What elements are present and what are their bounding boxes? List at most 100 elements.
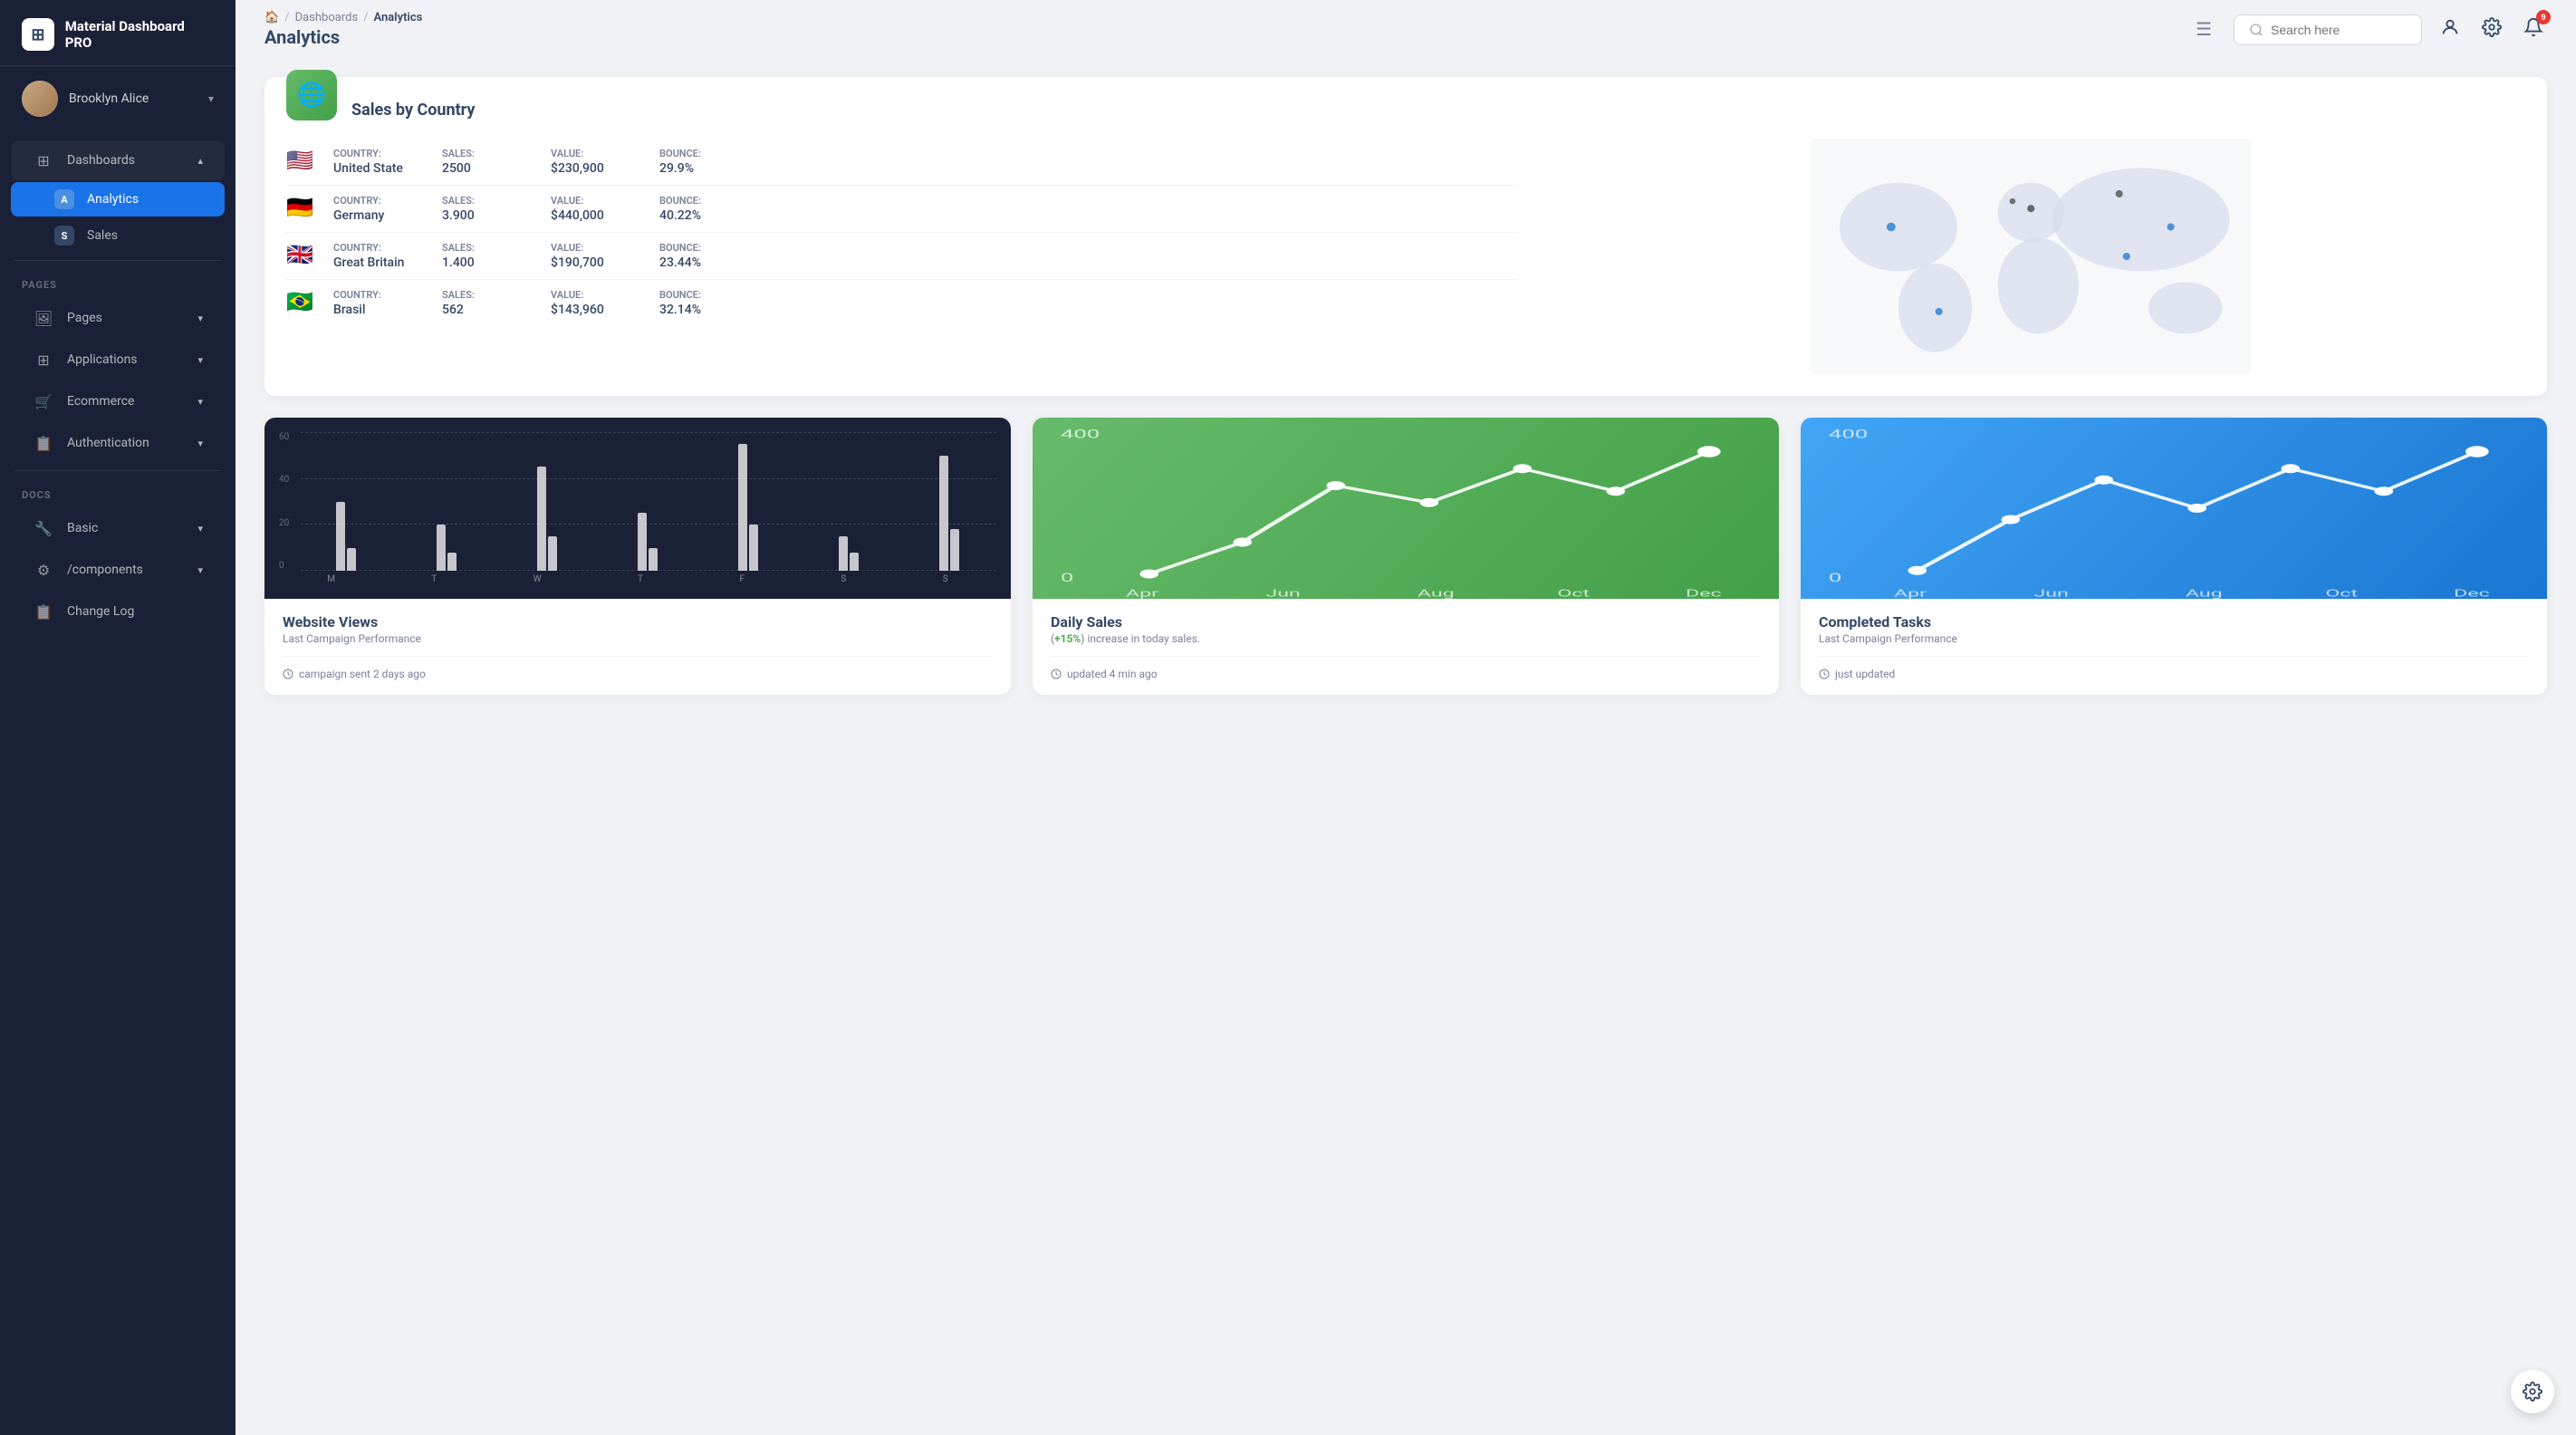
settings-fab-icon	[2523, 1382, 2542, 1401]
card-title: Sales by Country	[351, 101, 476, 120]
sidebar-item-sales[interactable]: S Sales	[11, 218, 225, 253]
svg-text:Dec: Dec	[2454, 588, 2490, 599]
bar	[638, 513, 647, 571]
pages-chevron-icon: ▾	[197, 313, 203, 324]
daily-sales-footer: updated 4 min ago	[1051, 656, 1761, 680]
country-col: Country: Brasil	[333, 289, 424, 317]
sales-row: 🇬🇧 Country: Great Britain Sales: 1.400 V…	[286, 233, 1518, 280]
bar	[950, 529, 959, 571]
x-label: M	[327, 574, 335, 584]
website-views-footer: campaign sent 2 days ago	[283, 656, 993, 680]
daily-sales-title: Daily Sales	[1051, 613, 1761, 631]
website-views-title: Website Views	[283, 613, 993, 631]
completed-tasks-chart: 400 0 Apr Jun	[1801, 418, 2547, 599]
bar	[649, 548, 658, 572]
svg-text:Apr: Apr	[1126, 588, 1158, 599]
value-label: Value:	[551, 289, 641, 301]
settings-icon-button[interactable]	[2478, 14, 2505, 46]
sidebar-nav: ⊞ Dashboards ▴ A Analytics S Sales PAGES…	[0, 131, 235, 1435]
breadcrumb-sep-1: /	[284, 11, 289, 24]
sidebar-item-authentication[interactable]: 📋 Authentication ▾	[11, 423, 225, 463]
completed-tasks-title: Completed Tasks	[1819, 613, 2529, 631]
bounce-col: Bounce: 29.9%	[659, 148, 750, 176]
home-icon: 🏠	[264, 11, 279, 24]
pages-section-label: PAGES	[0, 268, 235, 296]
country-col: Country: Great Britain	[333, 242, 424, 270]
sidebar-item-changelog[interactable]: 📋 Change Log	[11, 592, 225, 631]
country-value: Brasil	[333, 303, 424, 317]
sales-col: Sales: 2500	[442, 148, 533, 176]
sales-value: 1.400	[442, 255, 533, 270]
sidebar-logo[interactable]: ⊞ Material Dashboard PRO	[0, 0, 235, 66]
analytics-dot: A	[54, 189, 74, 209]
user-menu[interactable]: Brooklyn Alice ▾	[0, 66, 235, 131]
sales-label: Sales:	[442, 242, 533, 254]
profile-icon-button[interactable]	[2437, 14, 2464, 46]
breadcrumb-dashboards[interactable]: Dashboards	[295, 11, 359, 24]
dashboards-icon: ⊞	[33, 149, 54, 171]
sidebar-item-ecommerce[interactable]: 🛒 Ecommerce ▾	[11, 381, 225, 421]
x-label: F	[739, 574, 745, 584]
settings-fab-button[interactable]	[2511, 1370, 2554, 1413]
bounce-value: 23.44%	[659, 255, 750, 270]
search-box[interactable]	[2234, 14, 2422, 45]
value-label: Value:	[551, 195, 641, 207]
bar-group	[399, 432, 495, 571]
avatar-image	[22, 81, 58, 117]
daily-sales-card: 400 0 Apr Jun	[1033, 418, 1779, 695]
country-label: Country:	[333, 242, 424, 254]
country-flag: 🇺🇸	[286, 148, 315, 173]
menu-icon-button[interactable]: ☰	[2188, 14, 2219, 44]
sales-value: 3.900	[442, 208, 533, 223]
docs-section-label: DOCS	[0, 478, 235, 506]
bar	[437, 525, 446, 571]
sales-col: Sales: 1.400	[442, 242, 533, 270]
changelog-icon: 📋	[33, 601, 54, 622]
value-value: $143,960	[551, 303, 641, 317]
country-value: United State	[333, 161, 424, 176]
sidebar-item-dashboards[interactable]: ⊞ Dashboards ▴	[11, 140, 225, 180]
daily-sales-info: Daily Sales (+15%) increase in today sal…	[1033, 599, 1779, 695]
bar	[939, 456, 948, 572]
ecommerce-label: Ecommerce	[67, 394, 185, 409]
sidebar-item-pages[interactable]: 🖼 Pages ▾	[11, 298, 225, 338]
country-flag: 🇧🇷	[286, 289, 315, 314]
sales-by-country-card: 🌐 Sales by Country 🇺🇸 Country: United St…	[264, 77, 2547, 396]
y-label: 60	[279, 432, 293, 442]
x-label: S	[943, 574, 948, 584]
value-label: Value:	[551, 148, 641, 159]
logo-icon: ⊞	[22, 18, 54, 51]
daily-sales-chart: 400 0 Apr Jun	[1033, 418, 1779, 599]
y-label: 40	[279, 475, 293, 485]
sidebar-item-components[interactable]: ⚙ /components ▾	[11, 550, 225, 590]
bar-chart: 60 40 20 0 M T W	[264, 418, 1011, 599]
website-views-chart: 60 40 20 0 M T W	[264, 418, 1011, 599]
bounce-label: Bounce:	[659, 289, 750, 301]
value-value: $190,700	[551, 255, 641, 270]
pages-label: Pages	[67, 311, 185, 325]
sales-value: 2500	[442, 161, 533, 176]
sidebar-logo-text: Material Dashboard PRO	[65, 18, 214, 51]
daily-sales-highlight: +15%	[1054, 632, 1081, 645]
completed-tasks-footer: just updated	[1819, 656, 2529, 680]
applications-label: Applications	[67, 352, 185, 367]
sidebar-item-applications[interactable]: ⊞ Applications ▾	[11, 340, 225, 380]
sidebar-item-analytics[interactable]: A Analytics	[11, 182, 225, 217]
bar-group	[901, 432, 996, 571]
ecommerce-chevron-icon: ▾	[197, 396, 203, 408]
country-value: Germany	[333, 208, 424, 223]
daily-sales-subtitle: (+15%) increase in today sales.	[1051, 632, 1761, 645]
bar	[347, 548, 356, 572]
search-input[interactable]	[2271, 23, 2407, 37]
value-col: Value: $190,700	[551, 242, 641, 270]
divider-1	[14, 260, 221, 261]
svg-text:400: 400	[1061, 428, 1100, 441]
svg-text:Aug: Aug	[1418, 588, 1455, 599]
svg-text:Oct: Oct	[2325, 588, 2358, 599]
sidebar-item-basic[interactable]: 🔧 Basic ▾	[11, 508, 225, 548]
notification-button[interactable]: 9	[2520, 14, 2547, 46]
bar-group	[299, 432, 394, 571]
bounce-col: Bounce: 32.14%	[659, 289, 750, 317]
topbar-right: 9	[2234, 14, 2547, 46]
svg-text:0: 0	[1829, 572, 1841, 585]
